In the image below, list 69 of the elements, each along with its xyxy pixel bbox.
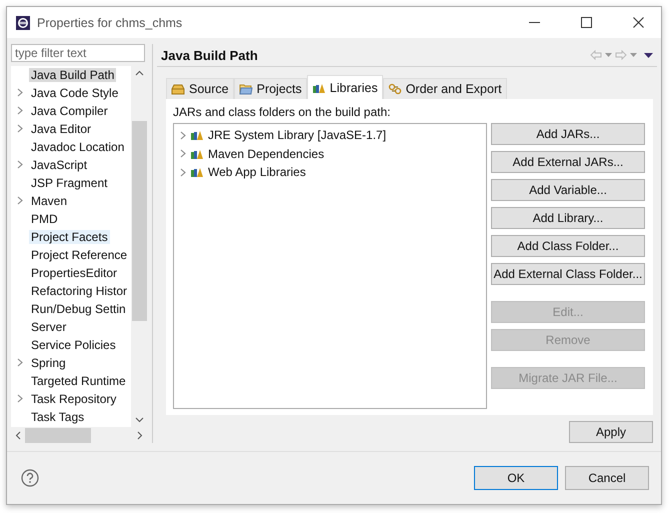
chevron-icon[interactable] bbox=[17, 124, 23, 134]
tree-item[interactable]: Spring bbox=[29, 356, 68, 370]
dropdown-icon[interactable] bbox=[630, 53, 637, 57]
minimize-icon[interactable] bbox=[528, 22, 540, 24]
close-icon[interactable] bbox=[632, 17, 644, 28]
tree-item[interactable]: Refactoring Histor bbox=[29, 284, 130, 298]
chevron-icon[interactable] bbox=[17, 394, 23, 404]
tree-item[interactable]: JavaScript bbox=[29, 158, 90, 172]
tree-item[interactable]: Java Code Style bbox=[29, 86, 120, 100]
tree-item[interactable]: Targeted Runtime bbox=[29, 374, 128, 388]
tree-item[interactable]: Java Build Path bbox=[29, 68, 116, 82]
action-button[interactable]: Add Library... bbox=[491, 207, 645, 229]
maximize-icon[interactable] bbox=[580, 17, 592, 28]
scroll-left-icon[interactable] bbox=[15, 430, 21, 440]
library-icon bbox=[312, 82, 326, 94]
tab[interactable]: Order and Export bbox=[382, 78, 507, 99]
chevron-icon[interactable] bbox=[17, 88, 23, 98]
tree-item[interactable]: Project Facets bbox=[29, 230, 110, 244]
help-icon[interactable] bbox=[21, 469, 39, 487]
action-button[interactable]: Add JARs... bbox=[491, 123, 645, 145]
scroll-up-icon[interactable] bbox=[134, 70, 144, 76]
library-icon bbox=[190, 166, 204, 178]
menu-icon[interactable] bbox=[644, 52, 653, 58]
tree-item[interactable]: Java Editor bbox=[29, 122, 94, 136]
order-icon bbox=[388, 83, 402, 95]
library-entry[interactable]: JRE System Library [JavaSE-1.7] bbox=[208, 128, 386, 142]
chevron-icon[interactable] bbox=[180, 149, 186, 158]
tree-item[interactable]: JSP Fragment bbox=[29, 176, 110, 190]
filter-field[interactable]: type filter text bbox=[11, 44, 145, 62]
action-button[interactable]: Add External JARs... bbox=[491, 151, 645, 173]
dialog-button[interactable]: OK bbox=[474, 466, 558, 490]
package-icon bbox=[171, 83, 185, 95]
folder-icon bbox=[238, 83, 253, 95]
library-icon bbox=[190, 148, 204, 160]
scroll-right-icon[interactable] bbox=[137, 430, 143, 440]
window-title: Properties for chms_chms bbox=[37, 16, 184, 30]
action-button[interactable]: Add Variable... bbox=[491, 179, 645, 201]
list-label: JARs and class folders on the build path: bbox=[173, 105, 392, 119]
action-button[interactable]: Add Class Folder... bbox=[491, 235, 645, 257]
page-title: Java Build Path bbox=[161, 48, 259, 62]
eclipse-icon bbox=[15, 14, 31, 30]
dropdown-icon[interactable] bbox=[605, 53, 612, 57]
chevron-icon[interactable] bbox=[180, 168, 186, 177]
scroll-down-icon[interactable] bbox=[134, 417, 144, 424]
library-icon bbox=[190, 129, 204, 142]
chevron-icon[interactable] bbox=[17, 106, 23, 116]
tree-item[interactable]: Server bbox=[29, 320, 68, 334]
library-entry[interactable]: Maven Dependencies bbox=[208, 146, 324, 161]
tab[interactable]: Libraries bbox=[306, 75, 383, 99]
tree-item[interactable]: PropertiesEditor bbox=[29, 266, 120, 280]
chevron-icon[interactable] bbox=[17, 160, 23, 170]
tree-item[interactable]: Maven bbox=[29, 194, 70, 208]
tab[interactable]: Projects bbox=[234, 78, 307, 99]
apply-button[interactable]: Apply bbox=[569, 421, 653, 443]
tab[interactable]: Source bbox=[166, 78, 234, 99]
chevron-icon[interactable] bbox=[17, 358, 23, 368]
library-entry[interactable]: Web App Libraries bbox=[208, 165, 306, 180]
tree-item[interactable]: Task Repository bbox=[29, 392, 118, 406]
tree-item[interactable]: Service Policies bbox=[29, 338, 118, 352]
chevron-icon[interactable] bbox=[180, 130, 186, 140]
tree-item[interactable]: Javadoc Location bbox=[29, 140, 126, 154]
tree-item[interactable]: Task Tags bbox=[29, 410, 86, 424]
tree-item[interactable]: PMD bbox=[29, 212, 60, 226]
dialog-button[interactable]: Cancel bbox=[565, 466, 649, 490]
action-button[interactable]: Add External Class Folder... bbox=[491, 263, 645, 285]
chevron-icon[interactable] bbox=[17, 196, 23, 206]
tree-item[interactable]: Java Compiler bbox=[29, 104, 110, 118]
tree-item[interactable]: Project Reference bbox=[29, 248, 130, 262]
tree-item[interactable]: Run/Debug Settin bbox=[29, 302, 128, 316]
